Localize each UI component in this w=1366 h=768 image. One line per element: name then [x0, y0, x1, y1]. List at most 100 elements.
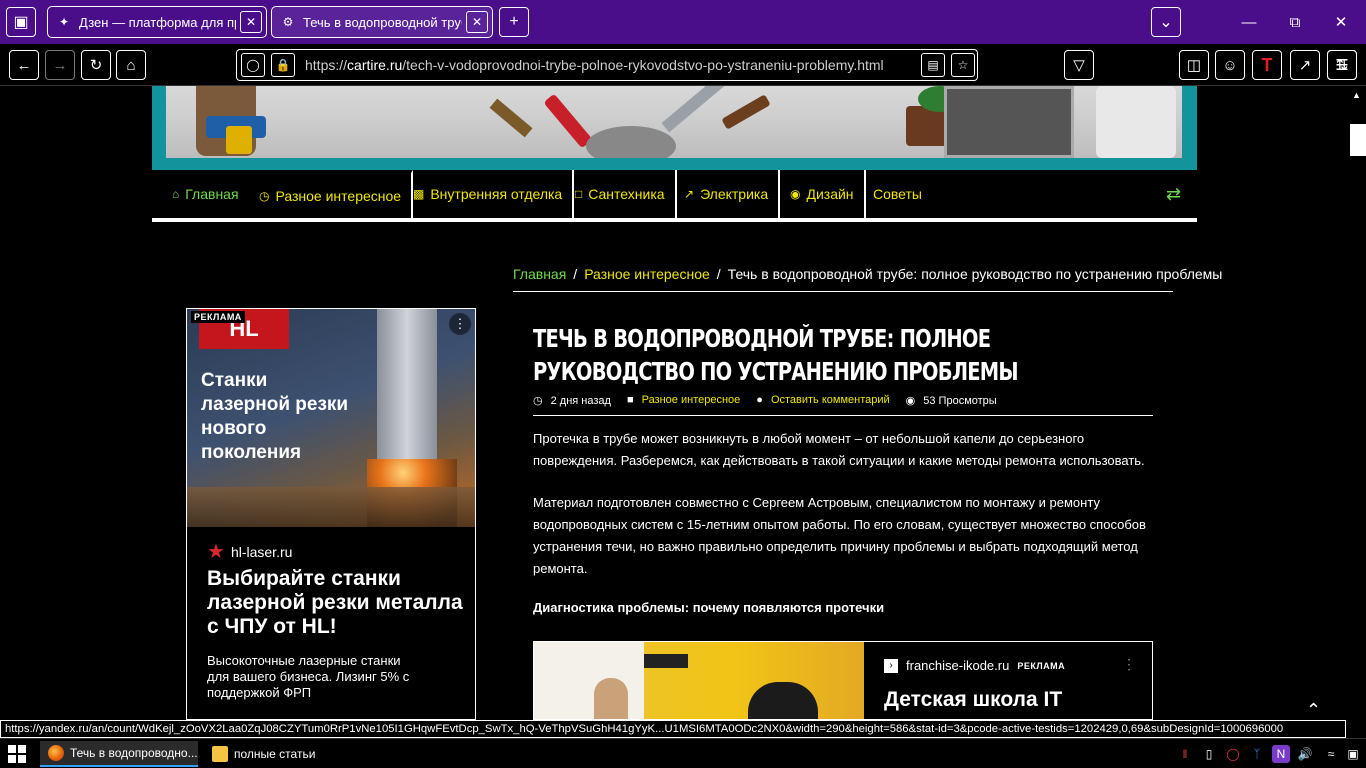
article-meta: ◷ 2 дня назад ■ Разное интересное ● Оставит… [533, 394, 1153, 416]
navigation-toolbar: ← → ↻ ⌂ ◯ 🔒 https://cartire.ru/tech-v-vo… [0, 44, 1366, 86]
menu-item-interior[interactable]: ▩ Внутренняя отделка [403, 170, 575, 218]
meta-category[interactable]: ■ Разное интересное [627, 394, 740, 406]
forward-button[interactable]: → [45, 50, 75, 80]
menu-item-label: Сантехника [588, 186, 665, 202]
back-button[interactable]: ← [9, 50, 39, 80]
volume-icon[interactable]: 🔊 [1296, 745, 1314, 763]
pocket-button[interactable]: ▽ [1064, 50, 1094, 80]
new-tab-button[interactable]: + [499, 7, 529, 37]
close-window-button[interactable]: ✕ [1318, 0, 1364, 44]
taskbar-item-folder[interactable]: полные статьи [204, 741, 354, 767]
menu-item-design[interactable]: ◉ Дизайн [780, 170, 866, 218]
file-icon: □ [575, 187, 583, 201]
share-icon: ↗ [1298, 57, 1312, 74]
app-tray-icon[interactable]: ‖ [1176, 745, 1194, 763]
tab-title: Дзен — платформа для прос [79, 14, 236, 30]
drill-battery-shape [226, 126, 252, 154]
account-button[interactable]: ☺ [1215, 50, 1245, 80]
menu-item-label: Электрика [700, 186, 769, 202]
breadcrumb-home[interactable]: Главная [513, 266, 566, 282]
article-title: Течь в водопроводной трубе: полное руков… [533, 324, 1019, 386]
menu-item-misc[interactable]: ◷ Разное интересное [249, 170, 414, 218]
breadcrumb-category[interactable]: Разное интересное [584, 266, 710, 282]
meta-comment-link[interactable]: Оставить комментарий [771, 394, 890, 406]
notifications-icon[interactable]: ▣ [1344, 745, 1362, 763]
ad-title[interactable]: Детская школа IT [884, 688, 1062, 712]
extension-share-button[interactable]: ↗ [1290, 50, 1320, 80]
menu-item-home[interactable]: ⌂ Главная [162, 170, 249, 218]
meta-comment[interactable]: ● Оставить комментарий [756, 394, 889, 406]
person-shape [748, 682, 818, 719]
sidebar-button[interactable]: ◫ [1179, 50, 1209, 80]
washer-shape [1096, 86, 1176, 158]
close-icon[interactable]: ✕ [240, 11, 262, 33]
minimize-button[interactable]: — [1226, 0, 1272, 44]
tab-manager-button[interactable]: ▣ [6, 7, 36, 37]
firefox-icon [48, 745, 64, 761]
breadcrumb-current: Течь в водопроводной трубе: полное руков… [727, 266, 1223, 282]
ad-domain-text: franchise-ikode.ru [906, 658, 1010, 673]
meta-category-link[interactable]: Разное интересное [642, 394, 741, 406]
wifi-icon[interactable]: ≈ [1322, 745, 1340, 763]
menu-item-electric[interactable]: ↗ Электрика [674, 170, 781, 218]
screwdriver-shape [543, 93, 593, 149]
laser-head-shape [377, 309, 437, 459]
ad-domain-text: hl-laser.ru [230, 543, 293, 560]
eye-icon: ◉ [790, 187, 801, 201]
ad-image[interactable]: HL РЕКЛАМА Станки лазерной резки нового … [187, 309, 475, 527]
taskbar-item-firefox[interactable]: Течь в водопроводно... [40, 741, 198, 767]
tab-dzen[interactable]: ✦ Дзен — платформа для прос ✕ [47, 6, 267, 38]
ad-domain[interactable]: › franchise-ikode.ru РЕКЛАМА [884, 658, 1065, 673]
menu-item-plumbing[interactable]: □ Сантехника [565, 170, 677, 218]
restore-button[interactable]: ⧉ [1272, 0, 1318, 44]
plus-icon: + [509, 13, 519, 30]
extension-t-button[interactable]: T [1252, 50, 1282, 80]
url-text[interactable]: https://cartire.ru/tech-v-vodoprovodnoi-… [305, 57, 915, 73]
lock-icon[interactable]: 🔒 [271, 53, 295, 77]
more-options-icon[interactable]: ⋮ [1122, 656, 1136, 673]
bluetooth-icon[interactable]: ᛉ [1248, 745, 1266, 763]
comment-icon: ● [756, 394, 763, 406]
reload-button[interactable]: ↻ [81, 50, 111, 80]
list-tabs-button[interactable]: ⌄ [1151, 7, 1181, 37]
menu-item-label: Советы [873, 186, 922, 202]
dzen-star-icon: ✦ [58, 15, 70, 29]
breadcrumb-separator: / [573, 266, 578, 282]
ad-image[interactable] [534, 642, 864, 719]
url-scheme: https:// [305, 57, 348, 73]
url-bar[interactable]: ◯ 🔒 https://cartire.ru/tech-v-vodoprovod… [236, 49, 978, 81]
usb-icon[interactable]: ▯ [1200, 745, 1218, 763]
star-icon: ★ [207, 541, 225, 563]
reader-view-icon[interactable]: ▤ [921, 53, 945, 77]
banner-image [166, 86, 1182, 158]
hamburger-icon: ☰ [1335, 57, 1349, 74]
notes-app-icon[interactable]: N [1272, 745, 1290, 763]
reload-icon: ↻ [89, 57, 103, 74]
scroll-to-top-icon[interactable]: ⌃ [1306, 700, 1321, 721]
windows-start-icon[interactable] [8, 745, 26, 763]
shuffle-icon[interactable]: ⇄ [1166, 184, 1181, 205]
person-shape [594, 678, 628, 719]
more-options-icon[interactable]: ⋮ [449, 313, 471, 335]
inline-ad[interactable]: › franchise-ikode.ru РЕКЛАМА ⋮ Детская ш… [533, 641, 1153, 720]
home-icon: ⌂ [126, 56, 136, 74]
breadcrumb-separator: / [716, 266, 721, 282]
ad-domain[interactable]: ★ hl-laser.ru [207, 539, 292, 564]
site-menu: ⌂ Главная ◷ Разное интересное ▩ Внутренн… [152, 170, 1197, 222]
tab-article[interactable]: ⚙ Течь в водопроводной трубе ✕ [271, 6, 493, 38]
opera-icon[interactable]: ◯ [1224, 745, 1242, 763]
scrollbar-thumb[interactable] [1350, 124, 1366, 156]
home-button[interactable]: ⌂ [116, 50, 146, 80]
sidebar-ad[interactable]: HL РЕКЛАМА Станки лазерной резки нового … [186, 308, 476, 720]
scroll-up-arrow-icon[interactable]: ▲ [1352, 90, 1361, 100]
close-icon[interactable]: ✕ [466, 11, 488, 33]
clock-icon: ◷ [259, 188, 270, 203]
page-scrollbar[interactable]: ▲ [1350, 86, 1366, 720]
tab-title: Течь в водопроводной трубе [303, 14, 462, 30]
ad-title[interactable]: Выбирайте станки лазерной резки металла … [207, 567, 467, 639]
menu-button[interactable]: ☰ [1327, 50, 1357, 80]
bookmark-star-icon[interactable]: ☆ [951, 53, 975, 77]
shield-icon[interactable]: ◯ [241, 53, 265, 77]
menu-item-tips[interactable]: Советы [863, 170, 932, 218]
menu-item-label: Дизайн [806, 186, 854, 202]
